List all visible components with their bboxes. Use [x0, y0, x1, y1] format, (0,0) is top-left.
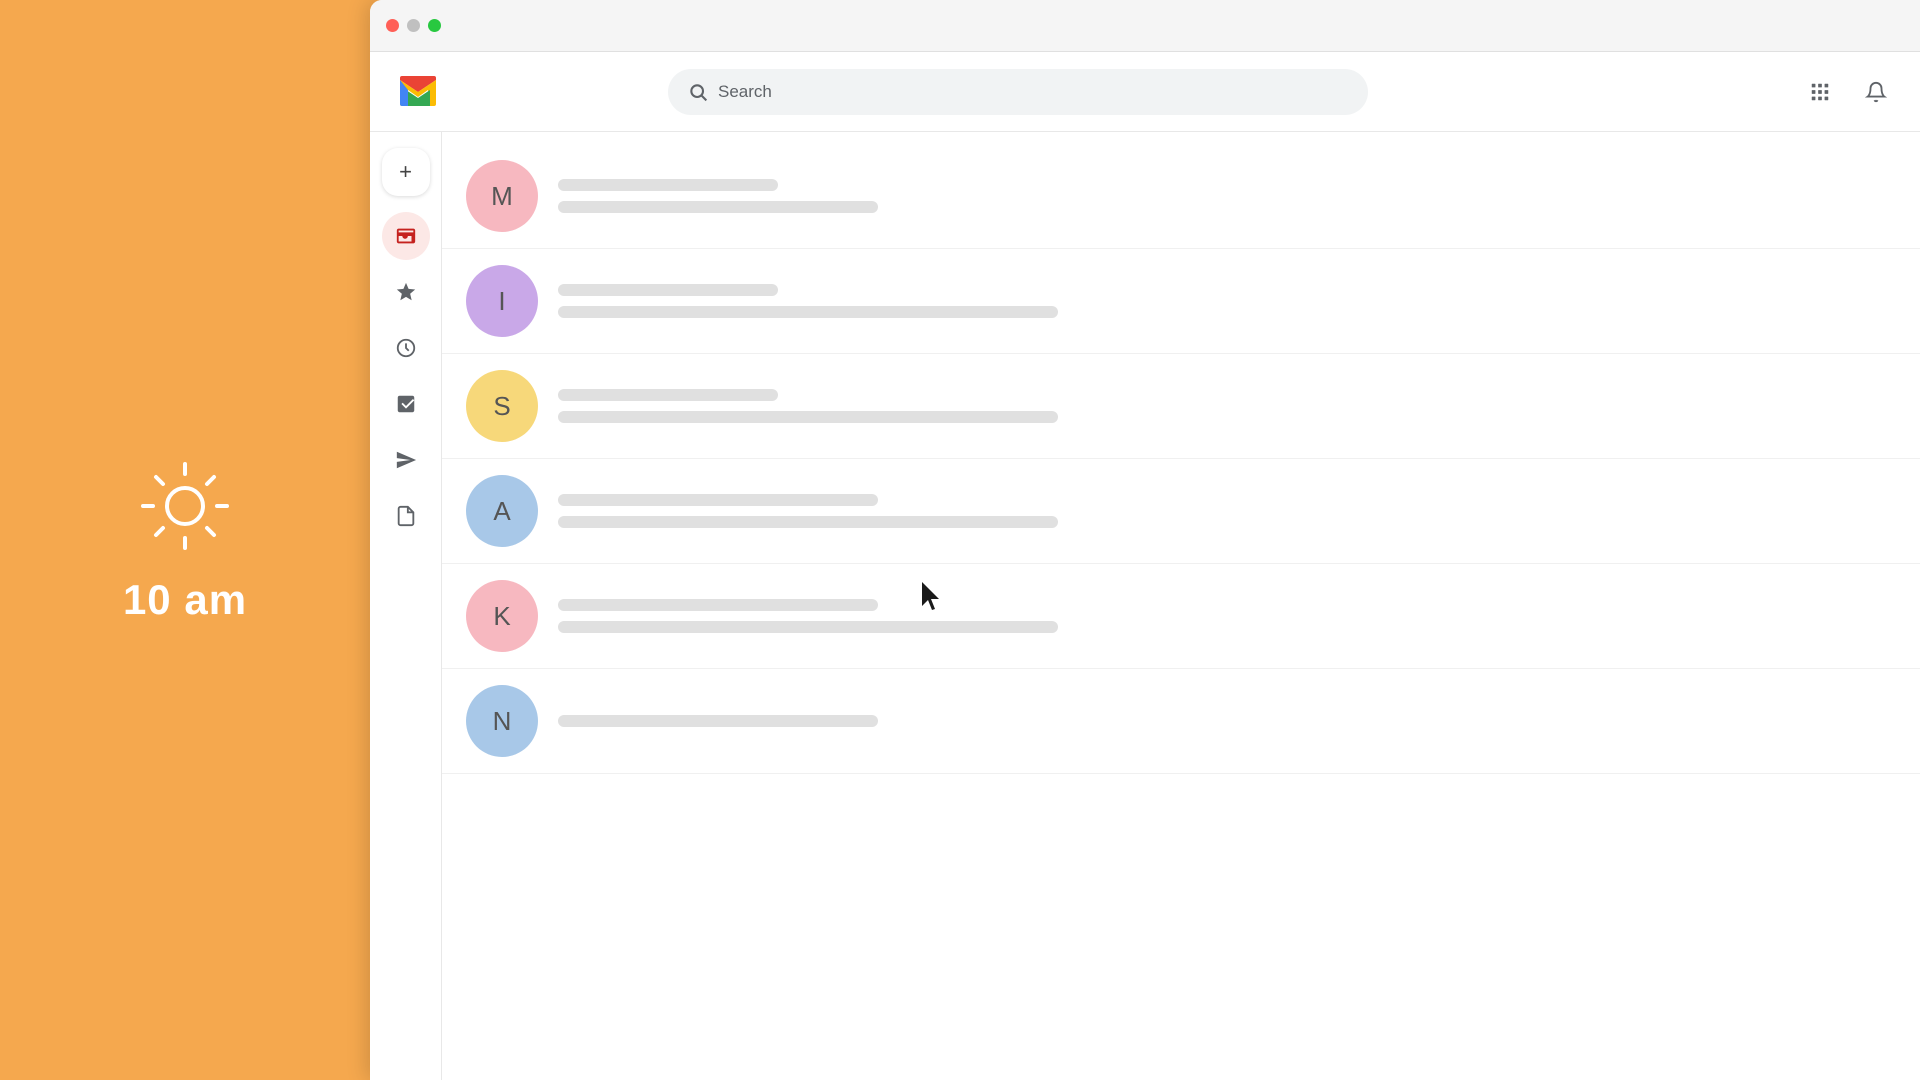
skeleton-line: [558, 621, 1058, 633]
compose-icon: +: [399, 159, 412, 185]
email-item-2[interactable]: I: [442, 249, 1920, 354]
compose-button[interactable]: +: [382, 148, 430, 196]
email-content-2: [558, 284, 1896, 318]
inbox-icon: [395, 225, 417, 247]
skeleton-line: [558, 389, 778, 401]
avatar-6: N: [466, 685, 538, 757]
sidebar-item-important[interactable]: [382, 380, 430, 428]
email-list[interactable]: M I S: [442, 132, 1920, 1080]
clock-icon: [395, 337, 417, 359]
time-display: 10 am: [123, 576, 247, 624]
main-area: +: [370, 132, 1920, 1080]
mac-window: Search: [370, 0, 1920, 1080]
close-button[interactable]: [386, 19, 399, 32]
email-content-1: [558, 179, 1896, 213]
email-content-3: [558, 389, 1896, 423]
skeleton-line: [558, 411, 1058, 423]
label-icon: [395, 393, 417, 415]
apps-button[interactable]: [1800, 72, 1840, 112]
sidebar-item-sent[interactable]: [382, 436, 430, 484]
title-bar: [370, 0, 1920, 52]
avatar-3: S: [466, 370, 538, 442]
skeleton-line: [558, 599, 878, 611]
email-item-3[interactable]: S: [442, 354, 1920, 459]
avatar-4: A: [466, 475, 538, 547]
skeleton-line: [558, 306, 1058, 318]
search-placeholder: Search: [718, 82, 772, 102]
sidebar-item-inbox[interactable]: [382, 212, 430, 260]
skeleton-line: [558, 516, 1058, 528]
avatar-5: K: [466, 580, 538, 652]
sidebar: +: [370, 132, 442, 1080]
maximize-button[interactable]: [428, 19, 441, 32]
skeleton-line: [558, 494, 878, 506]
search-bar[interactable]: Search: [668, 69, 1368, 115]
skeleton-line: [558, 284, 778, 296]
minimize-button[interactable]: [407, 19, 420, 32]
email-content-6: [558, 715, 1896, 727]
skeleton-line: [558, 179, 778, 191]
sidebar-item-drafts[interactable]: [382, 492, 430, 540]
send-icon: [395, 449, 417, 471]
email-item-5[interactable]: K: [442, 564, 1920, 669]
avatar-1: M: [466, 160, 538, 232]
sun-icon: [135, 456, 235, 556]
search-icon: [688, 82, 708, 102]
sidebar-item-starred[interactable]: [382, 268, 430, 316]
gmail-area: Search: [370, 52, 1920, 1080]
gmail-logo: [394, 68, 442, 116]
draft-icon: [395, 505, 417, 527]
notifications-button[interactable]: [1856, 72, 1896, 112]
skeleton-line: [558, 715, 878, 727]
email-item-4[interactable]: A: [442, 459, 1920, 564]
email-content-4: [558, 494, 1896, 528]
email-item-1[interactable]: M: [442, 144, 1920, 249]
avatar-2: I: [466, 265, 538, 337]
email-item-6[interactable]: N: [442, 669, 1920, 774]
header-right: [1800, 72, 1896, 112]
skeleton-line: [558, 201, 878, 213]
traffic-lights: [386, 19, 441, 32]
left-panel: 10 am: [0, 0, 370, 1080]
email-content-5: [558, 599, 1896, 633]
bell-icon: [1865, 81, 1887, 103]
sidebar-item-snoozed[interactable]: [382, 324, 430, 372]
apps-icon: [1809, 81, 1831, 103]
gmail-header: Search: [370, 52, 1920, 132]
star-icon: [395, 281, 417, 303]
